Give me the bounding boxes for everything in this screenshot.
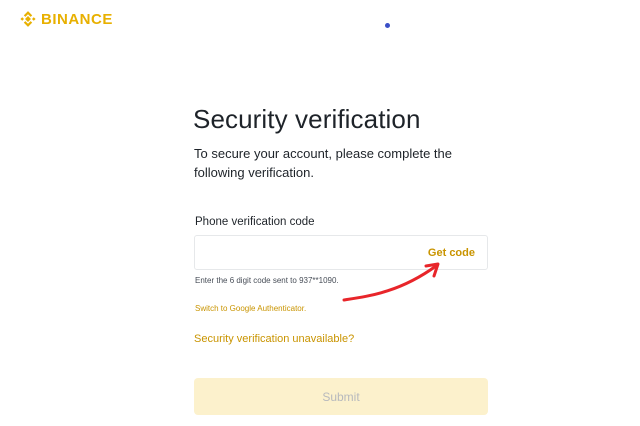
code-sent-hint: Enter the 6 digit code sent to 937**1090…: [195, 276, 339, 285]
get-code-button[interactable]: Get code: [420, 247, 487, 259]
binance-logo-link[interactable]: BINANCE: [19, 10, 113, 28]
switch-to-google-authenticator-link[interactable]: Switch to Google Authenticator.: [195, 304, 306, 313]
security-verification-unavailable-link[interactable]: Security verification unavailable?: [194, 333, 354, 345]
page-subtitle: To secure your account, please complete …: [194, 146, 452, 180]
security-verification-page: BINANCE Security verification To secure …: [0, 0, 640, 426]
binance-diamond-icon: [20, 11, 36, 27]
loading-dot: [385, 23, 390, 28]
phone-code-input[interactable]: [195, 236, 420, 269]
page-title: Security verification: [193, 104, 421, 134]
phone-code-label: Phone verification code: [195, 216, 315, 228]
phone-code-field: Get code: [194, 235, 488, 270]
brand-name: BINANCE: [41, 10, 113, 28]
submit-button[interactable]: Submit: [194, 378, 488, 415]
